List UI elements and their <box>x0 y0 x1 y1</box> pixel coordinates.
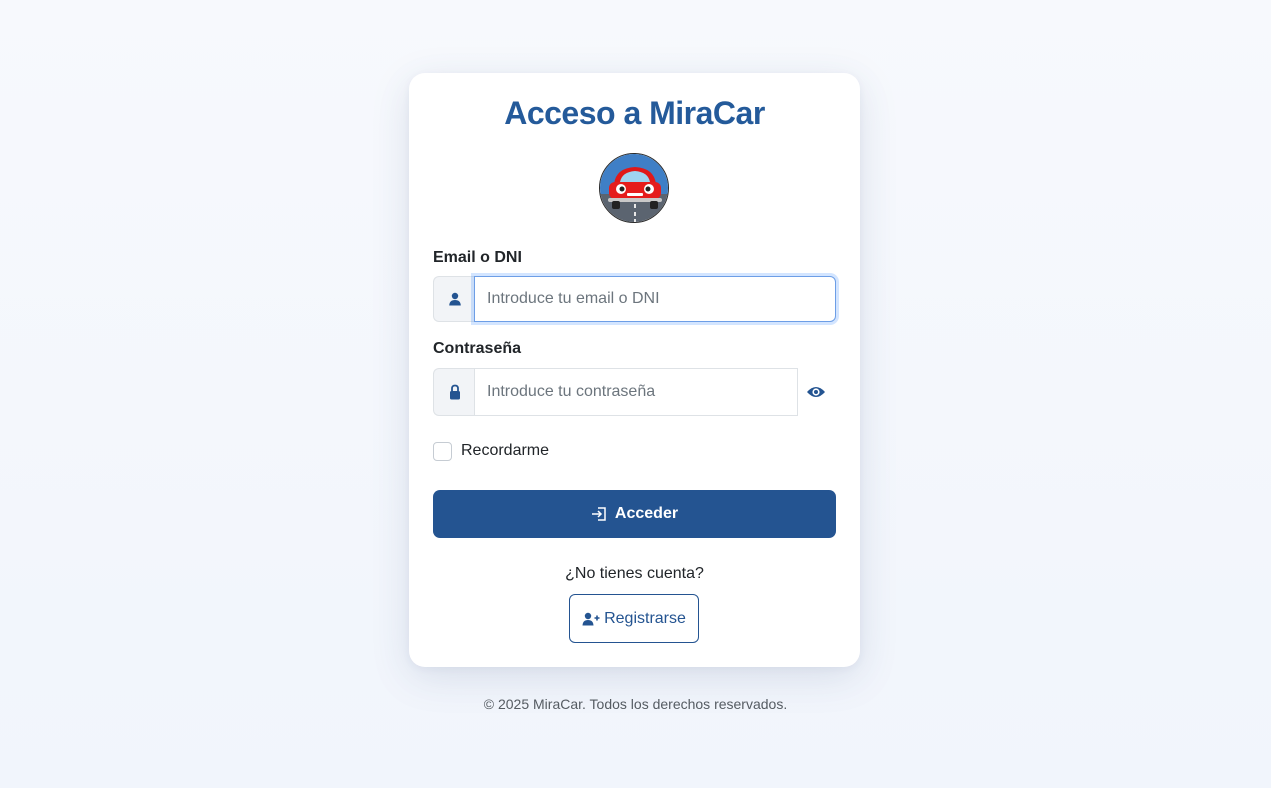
password-input[interactable] <box>474 368 798 416</box>
login-card: Acceso a MiraCar Email o DNI Introduce t… <box>409 73 860 667</box>
no-account-text: ¿No tienes cuenta? <box>565 565 704 582</box>
sign-in-icon <box>591 507 606 521</box>
password-addon <box>433 368 475 416</box>
register-button-label: Registrarse <box>604 609 686 627</box>
remember-label[interactable]: Recordarme <box>461 442 549 460</box>
eye-icon <box>807 387 825 397</box>
lock-icon <box>449 384 460 400</box>
register-button[interactable]: Registrarse <box>569 594 699 643</box>
user-plus-icon <box>582 612 600 625</box>
email-input[interactable] <box>474 276 836 322</box>
login-button[interactable]: Acceder <box>433 490 836 538</box>
remember-checkbox[interactable] <box>433 442 452 461</box>
footer-copyright: © 2025 MiraCar. Todos los derechos reser… <box>483 696 788 712</box>
car-logo <box>599 153 669 223</box>
password-label: Contraseña <box>433 340 522 357</box>
user-icon <box>448 292 461 306</box>
email-addon <box>433 276 475 322</box>
page-title: Acceso a MiraCar <box>504 95 765 131</box>
login-button-label: Acceder <box>614 505 679 522</box>
toggle-password-visibility[interactable] <box>804 382 828 402</box>
red-car-icon <box>600 154 668 222</box>
email-label: Email o DNI <box>433 249 522 266</box>
